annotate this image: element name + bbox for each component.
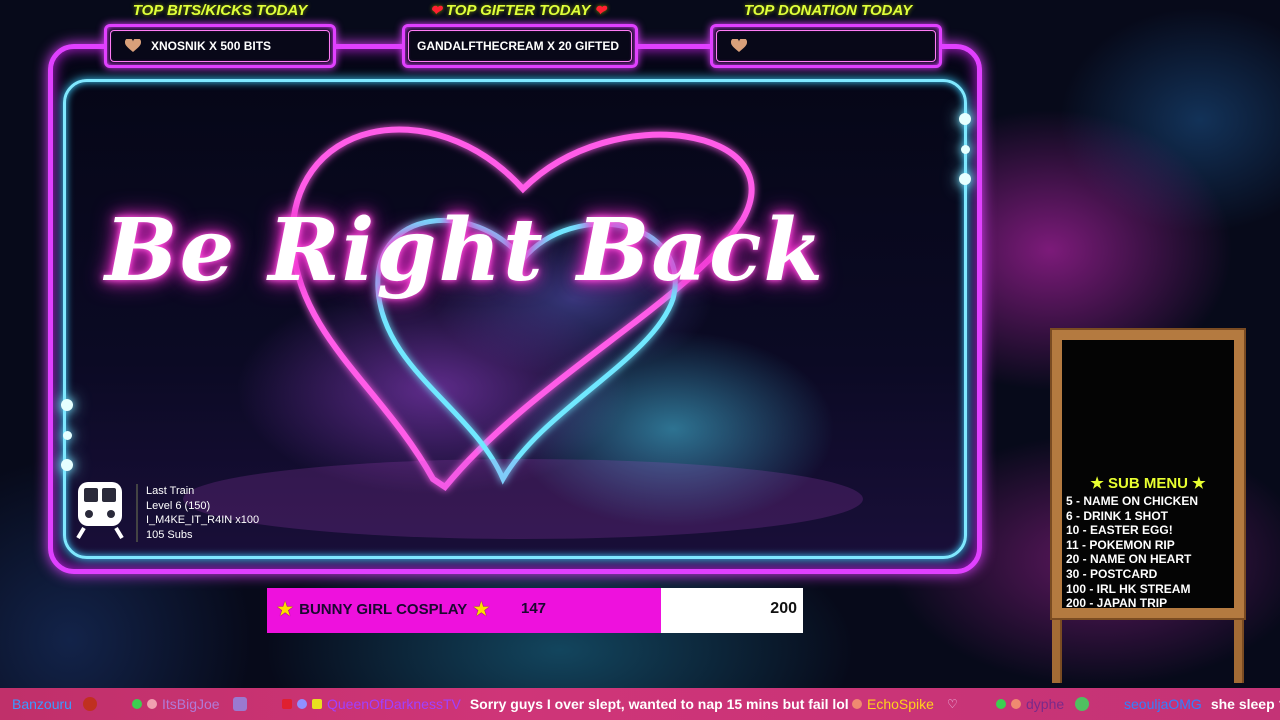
train-top-user: I_M4KE_IT_R4IN x100	[146, 514, 260, 526]
chat-text: she sleep ?	[1210, 696, 1280, 712]
sub-menu-item: 30 - POSTCARD	[1066, 566, 1158, 581]
top-bits-box: XNOSNIK X 500 BITS	[104, 24, 336, 68]
badge-icon	[297, 699, 307, 709]
heart-icon	[731, 39, 747, 52]
star-icon: ★	[473, 599, 490, 619]
train-level: Level 6 (150)	[146, 499, 211, 512]
chat-message: QueenOfDarknessTV Sorry guys I over slep…	[282, 696, 849, 712]
sub-menu-item: 100 - IRL HK STREAM	[1066, 581, 1191, 596]
badge-icon	[852, 699, 862, 709]
sub-menu-board: ★ SUB MENU ★ 5 - NAME ON CHICKEN 6 - DRI…	[1050, 328, 1246, 683]
chat-username: EchoSpike	[867, 696, 934, 712]
badge-icon	[1011, 699, 1021, 709]
sub-goal-bar: ★ BUNNY GIRL COSPLAY ★ 147 200	[267, 588, 803, 633]
sub-menu-item: 10 - EASTER EGG!	[1066, 523, 1173, 538]
chat-ticker: Banzouru ItsBigJoe QueenOfDarknessTV Sor…	[0, 688, 1280, 720]
goal-current-value: 147	[521, 600, 547, 617]
frame-light-dot	[61, 459, 73, 471]
frame-light-dot	[959, 113, 971, 125]
train-title: Last Train	[146, 485, 195, 497]
sub-menu-list: 5 - NAME ON CHICKEN 6 - DRINK 1 SHOT 10 …	[1066, 494, 1198, 611]
chat-message: Banzouru	[12, 696, 97, 712]
chat-username: ItsBigJoe	[162, 696, 220, 712]
badge-icon	[312, 699, 322, 709]
red-heart-icon: ❤	[594, 2, 606, 18]
train-subs: 105 Subs	[146, 528, 193, 541]
last-train-widget: Last Train Level 6 (150) I_M4KE_IT_R4IN …	[74, 480, 259, 542]
chat-username: QueenOfDarknessTV	[327, 696, 461, 712]
frame-light-dot	[961, 145, 970, 154]
chat-username: dyphe	[1026, 696, 1065, 712]
sub-menu-item: 6 - DRINK 1 SHOT	[1066, 508, 1169, 523]
goal-label: BUNNY GIRL COSPLAY	[299, 601, 468, 618]
heart-outline-icon: ♡	[946, 697, 958, 711]
train-info: Last Train Level 6 (150) I_M4KE_IT_R4IN …	[136, 484, 259, 542]
top-gifter-title: TOP GIFTER TODAY	[445, 2, 591, 19]
chat-message: EchoSpike ♡	[852, 696, 958, 712]
star-icon: ★	[277, 599, 294, 619]
chat-message: dyphe	[996, 696, 1090, 712]
top-bits-value: XNOSNIK X 500 BITS	[151, 39, 272, 53]
sub-menu-title: SUB MENU	[1107, 475, 1188, 492]
sub-menu-title-row: ★ SUB MENU ★	[1062, 474, 1234, 492]
chat-message: seouljaOMG she sleep ?	[1124, 696, 1280, 712]
sub-menu-item: 5 - NAME ON CHICKEN	[1066, 494, 1199, 508]
sub-menu-item: 200 - JAPAN TRIP	[1066, 596, 1168, 611]
chat-text: Sorry guys I over slept, wanted to nap 1…	[469, 696, 849, 712]
top-gifter-value: GANDALFTHECREAM X 20 GIFTED	[417, 39, 620, 53]
be-right-back-title: Be Right Back	[104, 200, 826, 301]
sub-menu-item: 11 - POKEMON RIP	[1066, 537, 1175, 552]
sub-menu-item: 20 - NAME ON HEART	[1066, 552, 1192, 567]
badge-icon	[282, 699, 292, 709]
frame-light-dot	[63, 431, 72, 440]
emote-icon	[82, 697, 97, 711]
top-donation-title: TOP DONATION TODAY	[743, 2, 913, 19]
frame-light-dot	[959, 173, 971, 185]
chat-message: ItsBigJoe	[132, 696, 247, 712]
goal-label-row: ★ BUNNY GIRL COSPLAY ★	[277, 599, 489, 620]
badge-icon	[996, 699, 1006, 709]
badge-icon	[132, 699, 142, 709]
train-icon	[76, 482, 124, 540]
star-icon: ★	[1090, 475, 1104, 492]
board-frame: ★ SUB MENU ★ 5 - NAME ON CHICKEN 6 - DRI…	[1050, 328, 1246, 620]
chat-username: Banzouru	[12, 696, 72, 712]
badge-icon	[147, 699, 157, 709]
red-heart-icon: ❤	[430, 2, 442, 18]
star-icon: ★	[1192, 475, 1206, 492]
emote-icon	[232, 697, 247, 711]
top-bits-title: TOP BITS/KICKS TODAY	[132, 2, 308, 19]
top-donation-box	[710, 24, 942, 68]
top-gifter-box: GANDALFTHECREAM X 20 GIFTED	[402, 24, 638, 68]
board-chalkboard: ★ SUB MENU ★ 5 - NAME ON CHICKEN 6 - DRI…	[1062, 340, 1234, 611]
frame-light-dot	[61, 399, 73, 411]
emote-icon	[1075, 697, 1090, 711]
top-gifter-title-row: ❤ TOP GIFTER TODAY ❤	[388, 2, 648, 19]
heart-icon	[125, 39, 141, 52]
chat-username: seouljaOMG	[1124, 696, 1202, 712]
goal-target-value: 200	[770, 600, 797, 617]
